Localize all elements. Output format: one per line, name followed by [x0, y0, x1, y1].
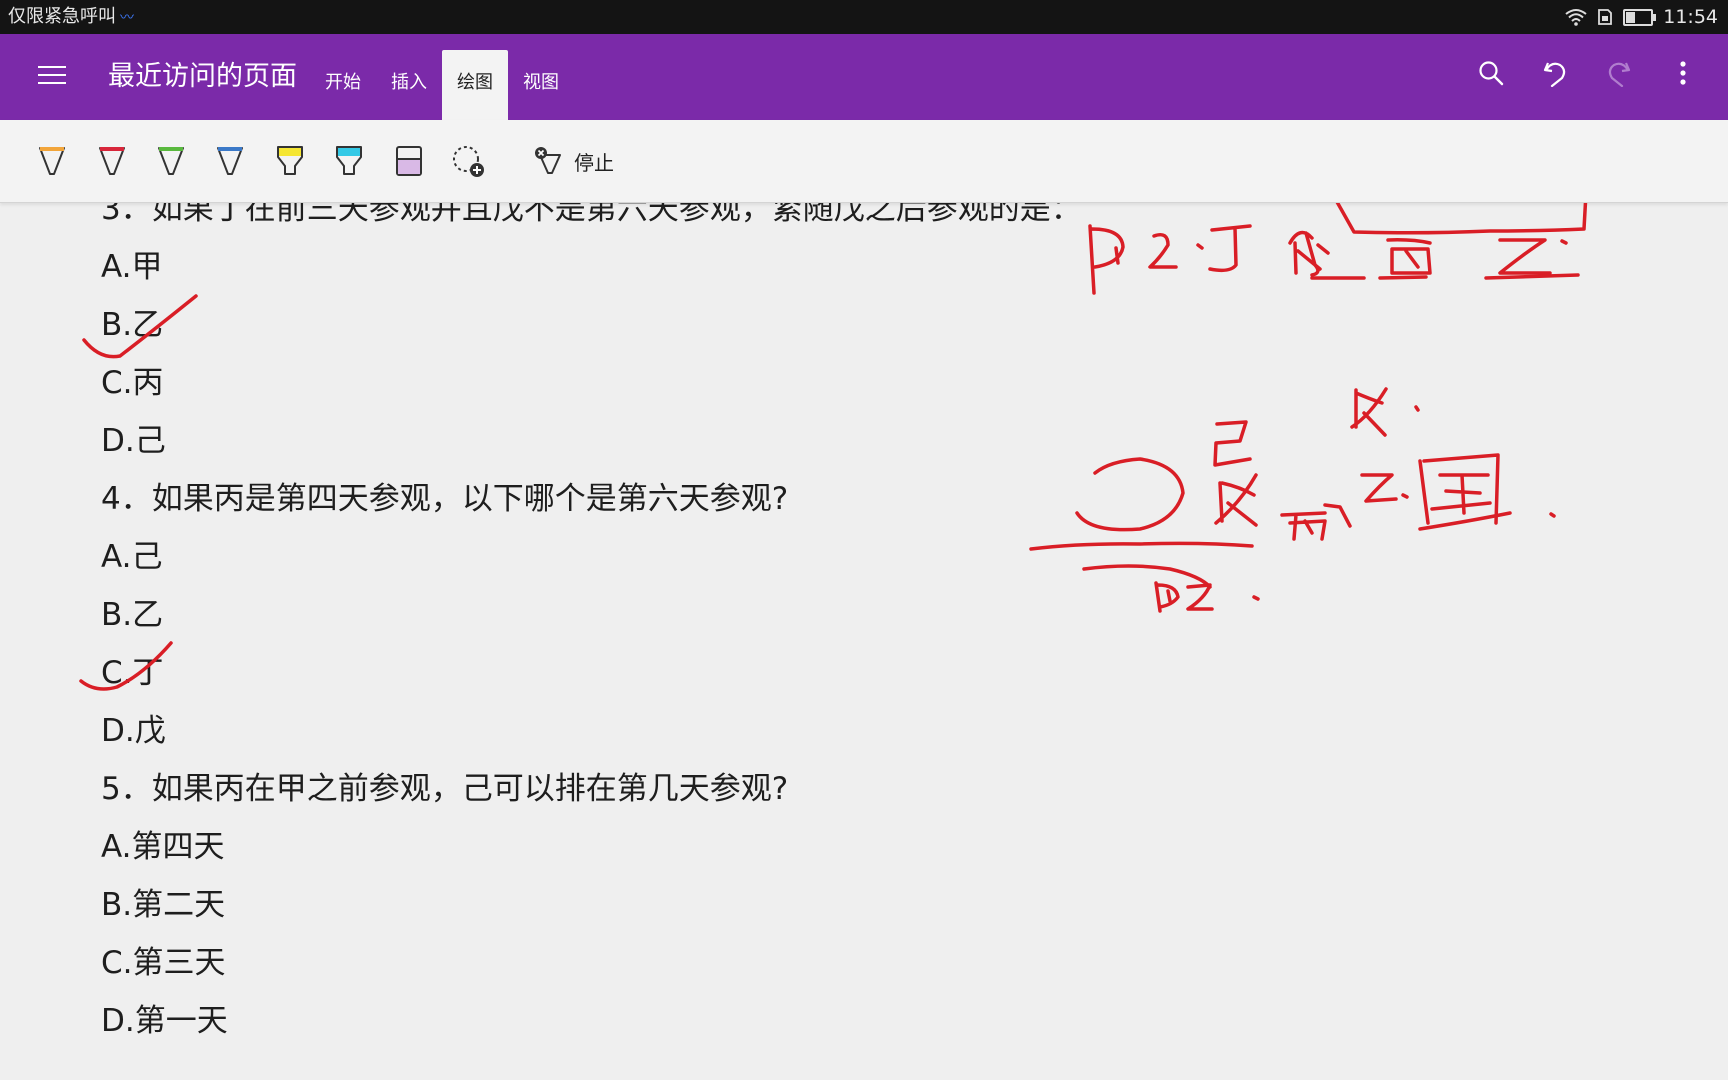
- app-bar-actions: [1476, 57, 1698, 89]
- undo-icon[interactable]: [1540, 57, 1570, 89]
- clock: 11:54: [1663, 6, 1718, 28]
- ink-sketch-top: [1088, 203, 1588, 295]
- redo-icon[interactable]: [1604, 57, 1634, 89]
- battery-icon: [1623, 8, 1657, 26]
- highlighter-yellow-icon[interactable]: [272, 142, 308, 180]
- wifi-icon: [1565, 9, 1587, 26]
- status-bar: 仅限紧急呼叫〰 11:54: [0, 0, 1728, 34]
- page-title: 最近访问的页面: [108, 61, 297, 92]
- ink-sketch-bottom: [1029, 387, 1556, 613]
- pen-orange-icon[interactable]: [34, 142, 70, 180]
- tab-view[interactable]: 视图: [508, 50, 574, 120]
- stop-drawing-icon: [535, 147, 561, 174]
- pen-red-icon[interactable]: [94, 142, 130, 180]
- tab-insert[interactable]: 插入: [376, 50, 442, 120]
- tab-draw[interactable]: 绘图: [442, 50, 508, 120]
- ribbon-tabs: 开始 插入 绘图 视图: [310, 50, 574, 120]
- hd-signal-icon: 〰: [120, 10, 134, 26]
- stop-button[interactable]: 停止: [532, 142, 614, 180]
- checkmark-q3: [82, 294, 198, 359]
- note-canvas[interactable]: 3．如果丁在前三天参观并且戊不是第六天参观，紧随戊之后参观的是： A.甲 B.乙…: [0, 203, 1728, 1080]
- status-right: 11:54: [1565, 6, 1718, 28]
- pen-green-icon[interactable]: [153, 142, 189, 180]
- tab-home[interactable]: 开始: [310, 50, 376, 120]
- drawing-toolbar: 停止: [0, 120, 1728, 203]
- checkmark-q4: [79, 641, 173, 691]
- app-bar: 最近访问的页面 开始 插入 绘图 视图: [0, 34, 1728, 120]
- search-icon[interactable]: [1476, 57, 1506, 89]
- highlighter-cyan-icon[interactable]: [331, 142, 367, 180]
- sim-icon: [1598, 9, 1613, 25]
- carrier-text: 仅限紧急呼叫: [8, 6, 116, 27]
- stop-label: 停止: [574, 150, 614, 175]
- more-vert-icon[interactable]: [1668, 57, 1698, 89]
- hamburger-menu-icon[interactable]: [38, 63, 68, 87]
- pen-blue-icon[interactable]: [212, 142, 248, 180]
- add-pen-icon[interactable]: [450, 142, 486, 180]
- status-left: 仅限紧急呼叫〰: [8, 6, 134, 29]
- ink-layer: [79, 203, 1588, 691]
- highlighter-lavender-icon[interactable]: [391, 142, 427, 180]
